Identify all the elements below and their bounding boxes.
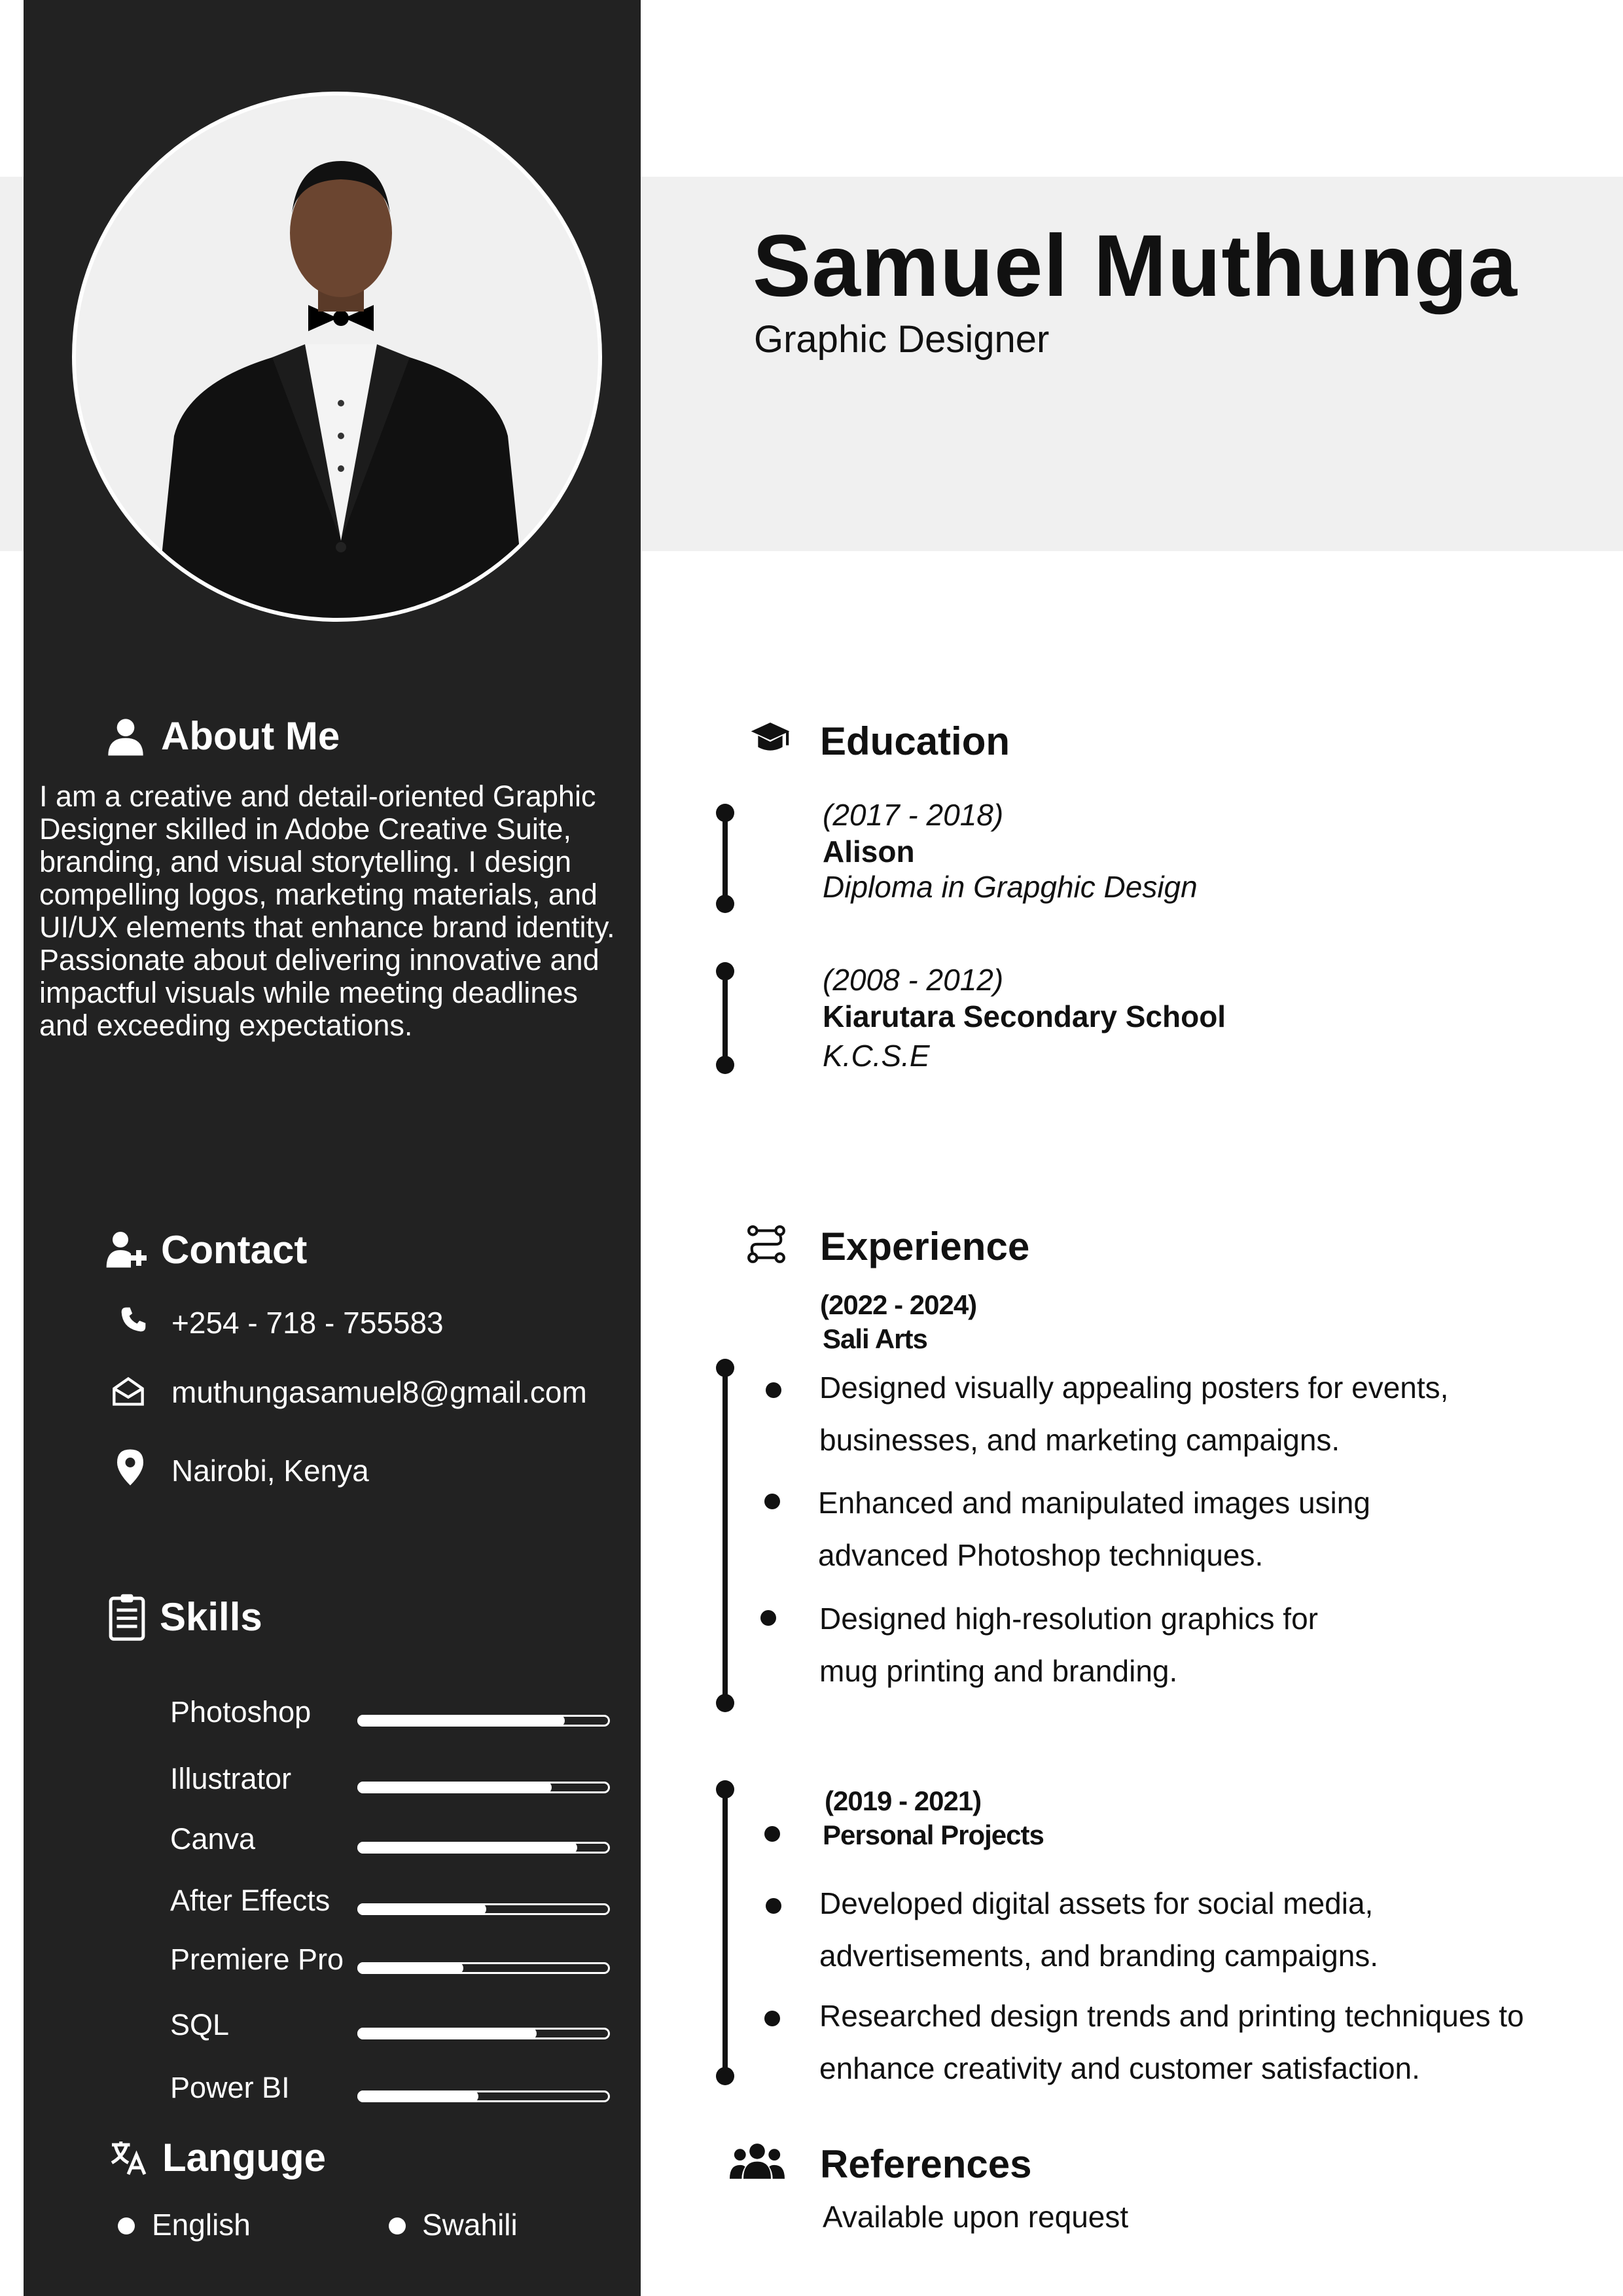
timeline-line — [722, 971, 728, 1066]
bullet — [764, 2011, 780, 2026]
skill-row: Illustrator — [24, 1762, 641, 1801]
skill-level-bar — [357, 1903, 610, 1915]
user-icon — [108, 718, 143, 755]
workflow-icon — [747, 1225, 785, 1263]
skill-level-bar — [357, 1715, 610, 1727]
skill-label: SQL — [170, 2008, 230, 2041]
skill-label: After Effects — [170, 1884, 330, 1917]
phone-icon — [121, 1307, 146, 1332]
skill-row: Premiere Pro — [24, 1943, 641, 1982]
users-icon — [730, 2144, 785, 2179]
skill-row: SQL — [24, 2008, 641, 2047]
location-text: Nairobi, Kenya — [171, 1454, 369, 1488]
skill-level-fill — [357, 1903, 486, 1915]
skill-level-bar — [357, 2028, 610, 2039]
timeline-dot — [716, 2067, 734, 2085]
about-heading: About Me — [105, 713, 340, 759]
education-award: K.C.S.E — [823, 1039, 930, 1073]
bullet — [764, 1494, 780, 1509]
timeline-line — [722, 812, 728, 903]
skill-level-bar — [357, 1962, 610, 1974]
bullet — [766, 1382, 781, 1398]
skills-heading: Skills — [109, 1592, 262, 1641]
person-portrait-illustration — [155, 161, 527, 618]
timeline-line — [722, 1368, 728, 1702]
experience-bullet: Designed visually appealing posters for … — [819, 1371, 1449, 1457]
language-item: English — [152, 2208, 251, 2242]
timeline-dot — [716, 962, 734, 980]
skill-level-fill — [357, 1782, 552, 1793]
skill-level-bar — [357, 1842, 610, 1854]
skill-row: Canva — [24, 1822, 641, 1861]
skill-label: Power BI — [170, 2071, 290, 2104]
experience-heading: Experience — [820, 1225, 1030, 1268]
candidate-role: Graphic Designer — [754, 318, 1050, 361]
skill-level-fill — [357, 2028, 537, 2039]
contact-heading: Contact — [105, 1227, 307, 1272]
education-award: Diploma in Grapghic Design — [823, 870, 1198, 904]
experience-bullet: Designed high-resolution graphics for mu… — [819, 1602, 1318, 1688]
bullet — [764, 1826, 780, 1842]
skill-level-fill — [357, 1962, 463, 1974]
skill-level-bar — [357, 1782, 610, 1793]
skill-level-bar — [357, 2090, 610, 2102]
skill-level-fill — [357, 1842, 577, 1854]
references-text: Available upon request — [823, 2200, 1129, 2234]
experience-years: (2019 - 2021) — [825, 1785, 982, 1816]
skill-row: After Effects — [24, 1884, 641, 1923]
experience-bullet: Enhanced and manipulated images using ad… — [818, 1486, 1370, 1572]
education-heading: Education — [820, 719, 1010, 763]
language-bullet — [389, 2217, 406, 2234]
skill-label: Canva — [170, 1822, 256, 1856]
timeline-dot — [716, 1780, 734, 1799]
experience-company: Personal Projects — [823, 1820, 1044, 1850]
timeline-dot — [716, 1359, 734, 1377]
skill-row: Photoshop — [24, 1695, 641, 1734]
language-heading: Languge — [109, 2135, 326, 2180]
profile-photo — [72, 92, 602, 622]
timeline-dot — [716, 1694, 734, 1712]
references-heading: References — [820, 2142, 1032, 2186]
education-school: Kiarutara Secondary School — [823, 999, 1226, 1033]
header-band-edge — [0, 177, 24, 551]
candidate-name: Samuel Muthunga — [753, 217, 1518, 315]
language-item: Swahili — [422, 2208, 518, 2242]
language-bullet — [118, 2217, 135, 2234]
language-heading-label: Languge — [162, 2136, 326, 2179]
contact-heading-label: Contact — [161, 1228, 308, 1272]
bullet — [766, 1898, 781, 1914]
user-plus-icon — [106, 1231, 147, 1268]
experience-bullet: Developed digital assets for social medi… — [819, 1886, 1379, 1973]
education-years: (2008 - 2012) — [823, 963, 1004, 997]
skill-label: Premiere Pro — [170, 1943, 344, 1976]
timeline-dot — [716, 895, 734, 913]
location-pin-icon — [117, 1449, 143, 1486]
education-school: Alison — [823, 834, 915, 869]
about-heading-label: About Me — [161, 714, 340, 758]
skills-heading-label: Skills — [160, 1594, 262, 1639]
skill-label: Photoshop — [170, 1695, 312, 1729]
email-text: muthungasamuel8@gmail.com — [171, 1375, 587, 1409]
education-years: (2017 - 2018) — [823, 798, 1004, 832]
graduation-cap-icon — [751, 723, 790, 751]
skill-level-fill — [357, 2090, 478, 2102]
phone-text: +254 - 718 - 755583 — [171, 1306, 444, 1340]
about-text: I am a creative and detail-oriented Grap… — [39, 780, 615, 1042]
bullet — [760, 1610, 776, 1626]
skill-level-fill — [357, 1715, 565, 1727]
envelope-open-icon — [113, 1376, 144, 1406]
skill-label: Illustrator — [170, 1762, 292, 1795]
translate-icon — [111, 2141, 147, 2175]
experience-bullet: Researched design trends and printing te… — [819, 1999, 1524, 2085]
experience-company: Sali Arts — [823, 1323, 928, 1354]
timeline-line — [722, 1789, 728, 2077]
timeline-dot — [716, 1056, 734, 1074]
experience-years: (2022 - 2024) — [820, 1289, 977, 1320]
skill-row: Power BI — [24, 2071, 641, 2110]
clipboard-list-icon — [109, 1594, 145, 1641]
timeline-dot — [716, 804, 734, 822]
